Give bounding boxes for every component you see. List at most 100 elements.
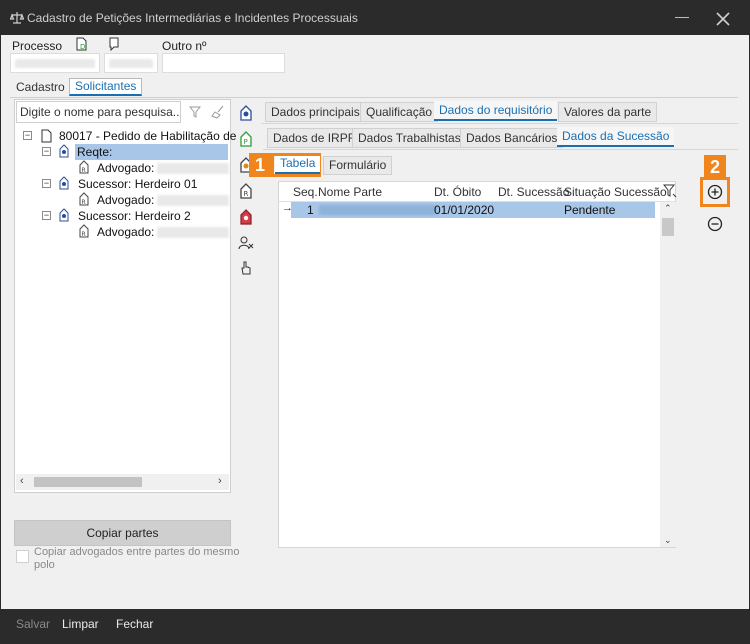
save-button[interactable]: Salvar — [16, 617, 50, 631]
copy-lawyers-label: Copiar advogados entre partes do mesmo p… — [34, 546, 240, 571]
tab-tabela[interactable]: Tabela — [275, 156, 321, 174]
tree-item-advogado[interactable]: Advogado: — [97, 224, 154, 240]
document-icon — [41, 129, 52, 143]
add-icon[interactable] — [707, 184, 723, 200]
table-row[interactable]: 1 01/01/2020 Pendente — [291, 202, 655, 218]
close-dialog-button[interactable]: Fechar — [116, 617, 153, 631]
tab-label: Dados da Sucessão — [562, 129, 670, 143]
tab-label: Tabela — [280, 156, 316, 170]
cell-situacao: Pendente — [564, 203, 616, 217]
tab-dados-principais[interactable]: Dados principais — [265, 102, 366, 122]
tree-item-sucessor-1[interactable]: Sucessor: Herdeiro 01 — [78, 176, 197, 192]
tree-item-reqte[interactable]: Reqte: — [75, 144, 228, 160]
tab-label: Solicitantes — [75, 79, 137, 93]
tab-label: Valores da parte — [564, 105, 652, 119]
note-icon[interactable] — [108, 37, 120, 51]
tree-item-advogado[interactable]: Advogado: — [97, 160, 154, 176]
processo-field-1[interactable] — [10, 53, 100, 73]
svg-text:R: R — [82, 199, 86, 206]
svg-text:R: R — [82, 167, 86, 174]
scroll-right-icon[interactable]: › — [218, 475, 222, 487]
dialog-window: Cadastro de Petições Intermediárias e In… — [0, 0, 750, 644]
tree-expander[interactable]: − — [42, 147, 51, 156]
tab-dados-requisitorio[interactable]: Dados do requisitório — [434, 101, 558, 121]
tab-label: Dados principais — [271, 105, 360, 119]
scales-icon — [10, 12, 24, 24]
scroll-up-icon[interactable]: ⌃ — [664, 203, 672, 214]
tree-expander[interactable]: − — [42, 211, 51, 220]
scroll-thumb[interactable] — [662, 218, 674, 236]
add-lawyer-icon[interactable]: R — [238, 183, 254, 199]
tab-label: Dados Trabalhistas — [358, 131, 461, 145]
processo-label: Processo — [12, 39, 63, 53]
column-header[interactable]: Seq. — [293, 185, 318, 199]
footer-bar: Salvar Limpar Fechar — [1, 609, 749, 643]
minimize-button[interactable] — [675, 17, 689, 18]
tree-item-advogado[interactable]: Advogado: — [97, 192, 154, 208]
tab-divider — [261, 123, 738, 124]
column-header[interactable]: Situação Sucessão — [564, 185, 667, 199]
svg-text:R: R — [82, 231, 86, 238]
outro-field[interactable] — [162, 53, 285, 73]
tab-label: Formulário — [329, 158, 387, 172]
tab-qualificacao[interactable]: Qualificação — [360, 102, 439, 122]
processo-field-2[interactable] — [104, 53, 158, 73]
close-button[interactable] — [713, 9, 733, 29]
tab-dados-bancarios[interactable]: Dados Bancários — [460, 128, 564, 148]
tree-horizontal-scrollbar[interactable]: ‹ › — [16, 474, 229, 490]
copy-parties-button[interactable]: Copiar partes — [14, 520, 231, 546]
tree-item-label: Reqte: — [77, 145, 113, 159]
add-party-blue-icon[interactable] — [238, 105, 254, 121]
tab-formulario[interactable]: Formulário — [323, 156, 393, 175]
tab-solicitantes[interactable]: Solicitantes — [69, 78, 143, 96]
tree-root-petition[interactable]: 80017 - Pedido de Habilitação de — [59, 128, 236, 144]
callout-badge-2: 2 — [704, 155, 726, 179]
scroll-thumb[interactable] — [34, 477, 142, 487]
svg-text:R: R — [244, 190, 249, 198]
lawyer-icon: R — [79, 224, 89, 238]
tab-label: Cadastro — [16, 80, 65, 94]
add-party-green-icon[interactable]: P — [238, 131, 254, 147]
tab-cadastro[interactable]: Cadastro — [10, 78, 71, 96]
remove-party-icon[interactable] — [238, 235, 254, 251]
copy-lawyers-checkbox[interactable] — [16, 550, 29, 563]
redacted-name — [157, 195, 229, 206]
tree-item-sucessor-2[interactable]: Sucessor: Herdeiro 2 — [78, 208, 191, 224]
remove-icon[interactable] — [707, 216, 723, 232]
callout-badge-1: 1 — [249, 153, 271, 177]
cell-dt-obito: 01/01/2020 — [434, 203, 495, 217]
column-header[interactable]: Dt. Óbito — [434, 185, 481, 199]
window-title: Cadastro de Petições Intermediárias e In… — [27, 11, 358, 25]
redacted-name — [319, 205, 437, 215]
scroll-left-icon[interactable]: ‹ — [20, 475, 24, 487]
tab-valores-parte[interactable]: Valores da parte — [558, 102, 658, 122]
title-bar: Cadastro de Petições Intermediárias e In… — [1, 1, 749, 35]
filter-icon[interactable] — [189, 106, 201, 118]
tab-label: Dados de IRPF — [273, 131, 356, 145]
cell-seq: 1 — [307, 203, 314, 217]
tab-dados-trabalhistas[interactable]: Dados Trabalhistas — [352, 128, 467, 148]
grid-filter-icon[interactable] — [663, 184, 677, 198]
hand-pointer-icon[interactable] — [238, 260, 254, 276]
tab-label: Dados Bancários — [466, 131, 558, 145]
lawyer-icon: R — [79, 160, 89, 174]
tree-expander[interactable]: − — [23, 131, 32, 140]
tab-divider — [263, 149, 738, 150]
column-header[interactable]: Nome Parte — [318, 185, 382, 199]
broom-icon[interactable] — [211, 105, 225, 119]
svg-text:P: P — [244, 138, 248, 146]
add-party-red-icon[interactable] — [238, 209, 254, 225]
tab-dados-irpf[interactable]: Dados de IRPF — [267, 128, 362, 148]
tab-label: Dados do requisitório — [439, 103, 553, 117]
tree-expander[interactable]: − — [42, 179, 51, 188]
clear-button[interactable]: Limpar — [62, 617, 99, 631]
column-header[interactable]: Dt. Sucessão — [498, 185, 569, 199]
outro-label: Outro nº — [162, 39, 207, 53]
lawyer-icon: R — [79, 192, 89, 206]
redacted-name — [157, 227, 229, 238]
scroll-down-icon[interactable]: ⌄ — [664, 535, 672, 546]
document-green-icon[interactable]: D — [74, 37, 88, 51]
tab-dados-sucessao[interactable]: Dados da Sucessão — [557, 127, 675, 147]
grid-vertical-scrollbar[interactable]: ⌃ ⌄ — [660, 202, 676, 547]
party-search-input[interactable]: Digite o nome para pesquisa... — [16, 101, 181, 123]
